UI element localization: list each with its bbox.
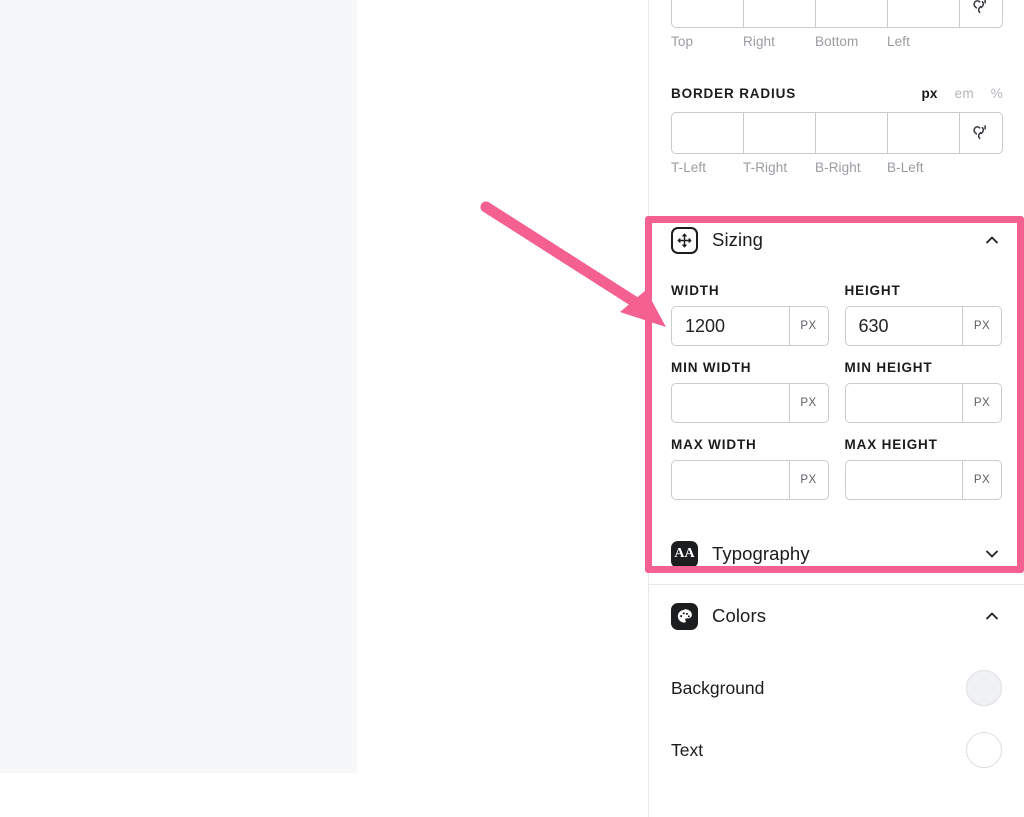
color-row-background[interactable]: Background — [649, 657, 1024, 719]
text-color-swatch[interactable] — [966, 732, 1002, 768]
radius-label-b-right: B-Right — [815, 160, 861, 175]
move-arrows-icon — [671, 226, 698, 254]
min-width-field-group: MIN WIDTH PX — [671, 360, 829, 423]
background-color-swatch[interactable] — [966, 670, 1002, 706]
radius-label-t-right: T-Right — [743, 160, 788, 175]
broken-link-icon — [973, 125, 986, 140]
color-palette-glyph — [677, 608, 692, 623]
move-arrows-glyph — [677, 233, 692, 247]
max-width-unit[interactable]: PX — [788, 461, 828, 499]
height-value[interactable]: 630 — [846, 307, 963, 345]
broken-link-icon — [973, 0, 986, 14]
canvas-white-area — [357, 0, 648, 817]
radius-top-left-input[interactable] — [671, 112, 743, 154]
min-height-label: MIN HEIGHT — [844, 360, 933, 375]
max-height-unit[interactable]: PX — [962, 461, 1001, 499]
colors-section-header[interactable]: Colors — [649, 585, 1024, 647]
spacing-sub-labels: Top Right Bottom Left — [671, 34, 1003, 49]
radius-bottom-left-input[interactable] — [887, 112, 959, 154]
max-height-input[interactable]: PX — [844, 460, 1002, 500]
max-width-input[interactable]: PX — [671, 460, 829, 500]
radius-top-right-input[interactable] — [743, 112, 815, 154]
height-input[interactable]: 630 PX — [844, 306, 1002, 346]
radius-label-t-left: T-Left — [671, 160, 707, 175]
typography-aa-glyph: AA — [674, 546, 695, 561]
unit-option-em[interactable]: em — [955, 86, 974, 101]
colors-section: Colors Background Text — [649, 585, 1024, 781]
sizing-section-title: Sizing — [712, 229, 763, 250]
min-width-value[interactable] — [672, 384, 789, 422]
typography-section-title: Typography — [712, 543, 810, 564]
spacing-right-input[interactable] — [743, 0, 815, 28]
sizing-row-1: WIDTH 1200 PX HEIGHT 630 PX — [671, 283, 1002, 346]
spacing-label-top: Top — [671, 34, 694, 49]
width-field-group: WIDTH 1200 PX — [671, 283, 829, 346]
width-unit[interactable]: PX — [788, 307, 828, 345]
spacing-label-right: Right — [743, 34, 776, 49]
unit-option-percent[interactable]: % — [991, 86, 1003, 101]
width-label: WIDTH — [671, 283, 720, 298]
radius-label-spacer — [959, 160, 1003, 175]
height-field-group: HEIGHT 630 PX — [844, 283, 1002, 346]
color-palette-icon — [671, 602, 698, 630]
min-height-input[interactable]: PX — [844, 383, 1002, 423]
sizing-section: Sizing WIDTH 1200 PX HEIGHT 630 PX MIN W… — [649, 211, 1024, 524]
canvas-gray-area — [0, 0, 357, 773]
sizing-row-3: MAX WIDTH PX MAX HEIGHT PX — [671, 437, 1002, 500]
color-row-text[interactable]: Text — [649, 719, 1024, 781]
radius-link-toggle[interactable] — [959, 112, 1003, 154]
border-radius-caption: BORDER RADIUS — [671, 86, 797, 101]
max-width-label: MAX WIDTH — [671, 437, 757, 452]
spacing-left-input[interactable] — [887, 0, 959, 28]
radius-label-b-left: B-Left — [887, 160, 924, 175]
chevron-up-icon[interactable] — [982, 230, 1002, 250]
spacing-link-toggle[interactable] — [959, 0, 1003, 28]
spacing-label-spacer — [959, 34, 1003, 49]
background-color-label: Background — [671, 677, 765, 698]
sizing-fields: WIDTH 1200 PX HEIGHT 630 PX MIN WIDTH PX… — [649, 283, 1024, 524]
width-input[interactable]: 1200 PX — [671, 306, 829, 346]
chevron-up-icon[interactable] — [982, 606, 1002, 626]
unit-option-px[interactable]: px — [921, 86, 937, 101]
typography-aa-icon: AA — [671, 540, 698, 568]
height-unit[interactable]: PX — [962, 307, 1001, 345]
max-height-field-group: MAX HEIGHT PX — [844, 437, 1002, 500]
typography-section: AA Typography — [649, 524, 1024, 585]
min-width-label: MIN WIDTH — [671, 360, 752, 375]
style-inspector-panel: Top Right Bottom Left BORDER RADIUS px e… — [648, 0, 1024, 817]
spacing-top-input[interactable] — [671, 0, 743, 28]
sizing-row-2: MIN WIDTH PX MIN HEIGHT PX — [671, 360, 1002, 423]
height-label: HEIGHT — [844, 283, 901, 298]
min-height-field-group: MIN HEIGHT PX — [844, 360, 1002, 423]
border-radius-block: BORDER RADIUS px em % T-Left T-Right B-R… — [649, 86, 1024, 175]
width-value[interactable]: 1200 — [672, 307, 789, 345]
radius-bottom-right-input[interactable] — [815, 112, 887, 154]
spacing-label-left: Left — [887, 34, 910, 49]
max-height-label: MAX HEIGHT — [844, 437, 938, 452]
colors-section-title: Colors — [712, 605, 767, 626]
max-height-value[interactable] — [846, 461, 963, 499]
min-width-input[interactable]: PX — [671, 383, 829, 423]
max-width-field-group: MAX WIDTH PX — [671, 437, 829, 500]
typography-section-header[interactable]: AA Typography — [649, 524, 1024, 584]
min-width-unit[interactable]: PX — [788, 384, 828, 422]
screen-root: Top Right Bottom Left BORDER RADIUS px e… — [0, 0, 1024, 817]
border-radius-field-grid[interactable] — [671, 112, 1003, 154]
sizing-section-header[interactable]: Sizing — [649, 211, 1024, 269]
border-radius-caption-row: BORDER RADIUS px em % — [671, 86, 1003, 101]
border-radius-sub-labels: T-Left T-Right B-Right B-Left — [671, 160, 1003, 175]
spacing-block: Top Right Bottom Left — [649, 0, 1024, 49]
spacing-bottom-input[interactable] — [815, 0, 887, 28]
spacing-field-grid[interactable] — [671, 0, 1003, 28]
min-height-value[interactable] — [846, 384, 963, 422]
min-height-unit[interactable]: PX — [962, 384, 1001, 422]
spacing-label-bottom: Bottom — [815, 34, 859, 49]
chevron-down-icon[interactable] — [982, 544, 1002, 564]
max-width-value[interactable] — [672, 461, 789, 499]
text-color-label: Text — [671, 739, 704, 760]
border-radius-unit-toggle[interactable]: px em % — [921, 86, 1003, 101]
